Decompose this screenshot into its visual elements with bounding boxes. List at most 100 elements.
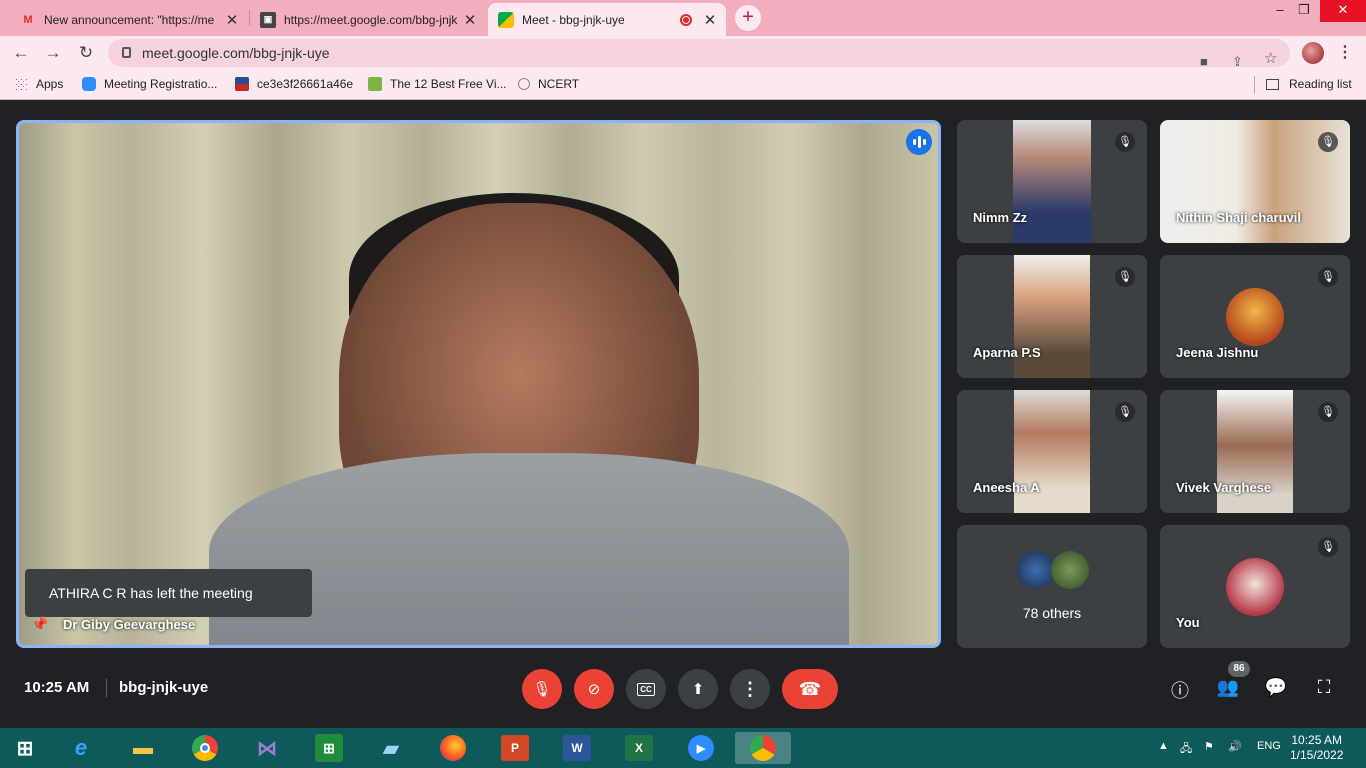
browser-menu-icon[interactable]: ⋮ [1337, 42, 1353, 62]
windows-taskbar: ⊞ e ▬ ⋈ ⊞ ▰ P W X ▶ ▲ 🖧 ⚑ 🔊 ENG 10:25 AM… [0, 728, 1366, 768]
language-indicator[interactable]: ENG [1257, 740, 1281, 752]
site-icon [235, 77, 249, 91]
chrome-active-icon[interactable] [735, 732, 791, 764]
pin-icon[interactable]: 📌 [31, 616, 48, 633]
new-tab-button[interactable]: + [735, 5, 761, 31]
tab-meet-link[interactable]: ▣ https://meet.google.com/bbg-jnjk ✕ [250, 3, 486, 36]
participant-name: Aneesha A [973, 480, 1040, 495]
participant-name: Nithin Shaji charuvil [1176, 210, 1301, 225]
clock-time: 10:25 AM [1291, 733, 1343, 747]
meet-page-icon: ▣ [260, 11, 276, 28]
mic-off-icon: 🎙 [1318, 402, 1338, 422]
system-clock[interactable]: 10:25 AM 1/15/2022 [1290, 733, 1343, 763]
camera-off-icon: ⊘ [587, 681, 601, 698]
mic-off-icon: 🎙 [1115, 267, 1135, 287]
store-icon[interactable]: ⊞ [315, 734, 343, 762]
self-avatar [1226, 558, 1284, 616]
browser-toolbar: ← → ↻ meet.google.com/bbg-jnjk-uye ■ ⇪ ☆… [0, 36, 1366, 70]
participant-name: Aparna P.S [973, 345, 1041, 360]
activities-icon[interactable]: ⛶ [1311, 677, 1337, 698]
bookmark-ncert[interactable]: NCERT [518, 77, 579, 91]
gmail-icon: M [23, 13, 33, 26]
leave-call-button[interactable]: ☎ [782, 669, 838, 709]
tray-expand-icon[interactable]: ▲ [1158, 740, 1169, 752]
reading-list-button[interactable]: Reading list [1266, 77, 1352, 91]
mic-off-icon: 🎙 [1115, 402, 1135, 422]
others-count: 78 others [1022, 605, 1082, 621]
chat-icon[interactable]: 💬 [1263, 677, 1289, 698]
close-window-button[interactable]: ✕ [1320, 0, 1366, 22]
back-button[interactable]: ← [10, 42, 32, 64]
tab-gmail[interactable]: M New announcement: "https://me ✕ [10, 3, 248, 36]
bookmark-star-icon[interactable]: ☆ [1264, 45, 1277, 73]
participant-tile[interactable]: 🎙 Jeena Jishnu [1160, 255, 1350, 378]
participant-tile[interactable]: 🎙 Aparna P.S [957, 255, 1147, 378]
meet-icon [498, 11, 514, 28]
camera-toggle-button[interactable]: ⊘ [574, 669, 614, 709]
visual-studio-icon[interactable]: ⋈ [250, 732, 284, 764]
bookmark-ce3e3f[interactable]: ce3e3f26661a46e [235, 77, 353, 91]
close-tab-icon[interactable]: ✕ [224, 11, 240, 29]
main-speaker-name: Dr Giby Geevarghese [63, 617, 196, 632]
meet-area: ATHIRA C R has left the meeting 📌 Dr Gib… [0, 101, 1366, 728]
participant-avatar [1051, 551, 1089, 589]
present-screen-icon: ⬆ [691, 681, 705, 698]
main-speaker-tile[interactable]: ATHIRA C R has left the meeting 📌 Dr Gib… [16, 120, 941, 648]
close-tab-icon[interactable]: ✕ [702, 11, 718, 29]
bookmark-best-free[interactable]: The 12 Best Free Vi... [368, 77, 507, 91]
tab-title: New announcement: "https://me [44, 12, 215, 27]
flag-icon[interactable]: ⚑ [1204, 740, 1214, 753]
participant-tile[interactable]: 🎙 Aneesha A [957, 390, 1147, 513]
participant-name: You [1176, 615, 1200, 630]
meeting-details-icon[interactable]: ⓘ [1167, 677, 1193, 703]
zoom-icon [82, 77, 96, 91]
captions-button[interactable]: CC [626, 669, 666, 709]
browser-tab-bar: M New announcement: "https://me ✕ ▣ http… [0, 0, 1366, 36]
close-tab-icon[interactable]: ✕ [462, 11, 478, 29]
more-options-button[interactable]: ⋮ [730, 669, 770, 709]
meet-control-bar: 10:25 AM bbg-jnjk-uye 🎙 ⊘ CC ⬆ ⋮ ☎ ⓘ 👥 8… [0, 649, 1366, 728]
apps-grid-icon [14, 77, 28, 91]
captions-icon: CC [637, 682, 655, 696]
mic-off-icon: 🎙 [1318, 132, 1338, 152]
profile-avatar[interactable] [1302, 42, 1324, 64]
chrome-icon[interactable] [188, 732, 222, 764]
firefox-icon[interactable] [436, 732, 470, 764]
address-bar[interactable]: meet.google.com/bbg-jnjk-uye ■ ⇪ ☆ [108, 39, 1290, 69]
participant-tile[interactable]: 🎙 Nimm Zz [957, 120, 1147, 243]
bookmark-meeting-registration[interactable]: Meeting Registratio... [82, 77, 217, 91]
word-icon[interactable]: W [563, 735, 591, 761]
forward-button[interactable]: → [42, 42, 64, 64]
participant-tile[interactable]: 🎙 Vivek Varghese [1160, 390, 1350, 513]
volume-icon[interactable]: 🔊 [1228, 740, 1242, 753]
mic-off-icon: 🎙 [1115, 132, 1135, 152]
maximize-button[interactable]: ❐ [1290, 0, 1318, 22]
participant-count-badge: 86 [1228, 661, 1250, 677]
notepad-icon[interactable]: ▰ [374, 732, 408, 764]
mic-toggle-button[interactable]: 🎙 [522, 669, 562, 709]
meeting-time: 10:25 AM [24, 679, 90, 696]
powerpoint-icon[interactable]: P [501, 735, 529, 761]
excel-icon[interactable]: X [625, 735, 653, 761]
participant-tile[interactable]: 🎙 Nithin Shaji charuvil [1160, 120, 1350, 243]
meeting-code: bbg-jnjk-uye [119, 679, 209, 696]
participant-name: Nimm Zz [973, 210, 1028, 225]
bookmark-apps[interactable]: Apps [14, 77, 63, 91]
zoom-app-icon[interactable]: ▶ [684, 732, 718, 764]
recording-icon [680, 13, 692, 26]
shopify-icon [368, 77, 382, 91]
people-icon[interactable]: 👥 [1215, 677, 1241, 698]
self-tile[interactable]: 🎙 You [1160, 525, 1350, 648]
divider [106, 679, 107, 697]
bookmark-separator [1254, 76, 1255, 94]
globe-icon [518, 78, 530, 90]
mic-off-icon: 🎙 [532, 681, 552, 698]
file-explorer-icon[interactable]: ▬ [126, 732, 160, 764]
start-button[interactable]: ⊞ [8, 732, 42, 764]
others-tile[interactable]: 78 others [957, 525, 1147, 648]
network-icon[interactable]: 🖧 [1180, 740, 1192, 759]
tab-meet-active[interactable]: Meet - bbg-jnjk-uye ✕ [488, 3, 726, 36]
internet-explorer-icon[interactable]: e [64, 732, 98, 764]
present-button[interactable]: ⬆ [678, 669, 718, 709]
reload-button[interactable]: ↻ [75, 42, 97, 64]
